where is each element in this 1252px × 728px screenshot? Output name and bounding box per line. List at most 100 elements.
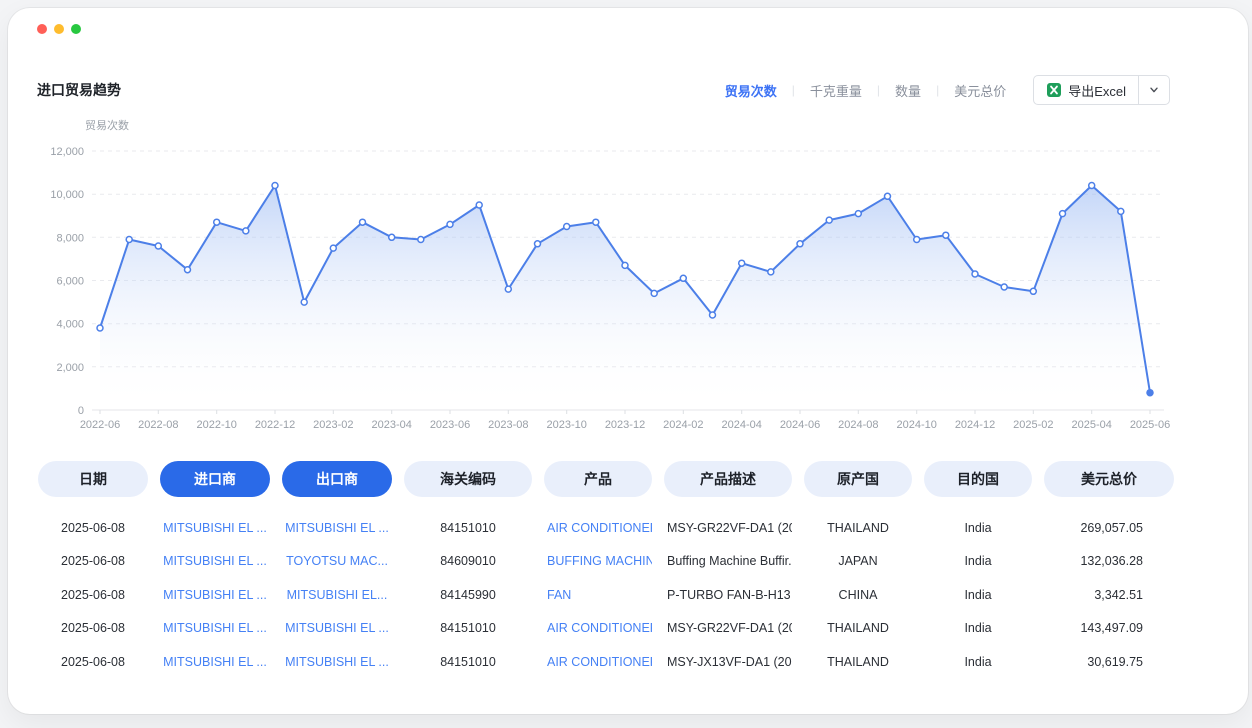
data-point <box>739 260 745 266</box>
x-tick-label: 2025-06 <box>1130 419 1170 431</box>
cell-product[interactable]: BUFFING MACHINE <box>544 554 652 568</box>
cell-origin: JAPAN <box>804 554 912 568</box>
x-tick-label: 2022-08 <box>138 419 178 431</box>
data-point <box>418 237 424 243</box>
cell-importer[interactable]: MITSUBISHI EL ... <box>160 554 270 568</box>
cell-hs-code: 84609010 <box>404 554 532 568</box>
data-point <box>243 228 249 234</box>
metric-tab-trade-count[interactable]: 贸易次数 <box>710 81 792 100</box>
data-point <box>1118 208 1124 214</box>
export-excel-button[interactable]: 导出Excel <box>1034 76 1138 104</box>
data-point <box>797 241 803 247</box>
cell-importer[interactable]: MITSUBISHI EL ... <box>160 655 270 669</box>
data-point <box>360 219 366 225</box>
cell-usd-total: 269,057.05 <box>1044 521 1174 535</box>
export-split-button: 导出Excel <box>1033 75 1170 105</box>
y-tick-label: 6,000 <box>56 276 84 288</box>
data-point <box>826 217 832 223</box>
chart-header: 进口贸易趋势 贸易次数|千克重量|数量|美元总价 导出Excel <box>8 74 1248 106</box>
data-point <box>943 232 949 238</box>
x-tick-label: 2024-06 <box>780 419 820 431</box>
filter-pill-usd-total[interactable]: 美元总价 <box>1044 461 1174 497</box>
cell-hs-code: 84151010 <box>404 521 532 535</box>
export-excel-label: 导出Excel <box>1068 81 1126 100</box>
data-point <box>330 245 336 251</box>
cell-exporter[interactable]: MITSUBISHI EL ... <box>282 621 392 635</box>
data-point <box>651 290 657 296</box>
cell-date: 2025-06-08 <box>38 588 148 602</box>
export-dropdown-button[interactable] <box>1138 76 1169 104</box>
cell-exporter[interactable]: MITSUBISHI EL ... <box>282 655 392 669</box>
cell-usd-total: 3,342.51 <box>1044 588 1174 602</box>
cell-importer[interactable]: MITSUBISHI EL ... <box>160 521 270 535</box>
cell-exporter[interactable]: MITSUBISHI EL... <box>282 588 392 602</box>
data-point <box>1030 288 1036 294</box>
data-point <box>914 237 920 243</box>
data-point <box>564 224 570 230</box>
data-point <box>593 219 599 225</box>
chart-controls: 贸易次数|千克重量|数量|美元总价 导出Excel <box>710 75 1170 105</box>
y-tick-label: 8,000 <box>56 232 84 244</box>
y-tick-label: 4,000 <box>56 319 84 331</box>
filter-pill-description[interactable]: 产品描述 <box>664 461 792 497</box>
filter-pill-product[interactable]: 产品 <box>544 461 652 497</box>
filter-pill-importer[interactable]: 进口商 <box>160 461 270 497</box>
filter-pill-exporter[interactable]: 出口商 <box>282 461 392 497</box>
y-tick-label: 2,000 <box>56 362 84 374</box>
excel-icon <box>1046 82 1062 98</box>
y-tick-label: 12,000 <box>50 146 84 158</box>
metric-tabs: 贸易次数|千克重量|数量|美元总价 <box>710 81 1021 100</box>
y-tick-label: 0 <box>78 405 84 417</box>
cell-importer[interactable]: MITSUBISHI EL ... <box>160 621 270 635</box>
trade-table: 2025-06-08 MITSUBISHI EL ... MITSUBISHI EL… <box>38 511 1174 679</box>
cell-destination: India <box>924 588 1032 602</box>
cell-hs-code: 84151010 <box>404 655 532 669</box>
cell-product[interactable]: AIR CONDITIONER <box>544 521 652 535</box>
cell-product[interactable]: AIR CONDITIONER <box>544 621 652 635</box>
data-point <box>680 275 686 281</box>
x-tick-label: 2023-04 <box>372 419 412 431</box>
table-row: 2025-06-08MITSUBISHI EL ...MITSUBISHI EL… <box>38 511 1174 545</box>
minimize-button[interactable] <box>54 24 64 34</box>
data-point <box>885 193 891 199</box>
table-row: 2025-06-08 MITSUBISHI EL ... MITSUBISHI EL… <box>38 612 1174 646</box>
cell-usd-total: 143,497.09 <box>1044 621 1174 635</box>
data-point <box>214 219 220 225</box>
cell-product[interactable]: AIR CONDITIONER <box>544 655 652 669</box>
metric-tab-kg-weight[interactable]: 千克重量 <box>795 81 877 100</box>
cell-destination: India <box>924 521 1032 535</box>
x-tick-label: 2025-04 <box>1072 419 1112 431</box>
cell-description: MSY-JX13VF-DA1 (20D... <box>664 655 792 669</box>
metric-tab-usd-total[interactable]: 美元总价 <box>939 81 1021 100</box>
filter-pill-date[interactable]: 日期 <box>38 461 148 497</box>
cell-date: 2025-06-08 <box>38 554 148 568</box>
x-tick-label: 2022-10 <box>197 419 237 431</box>
data-point <box>301 299 307 305</box>
trend-chart: 02,0004,0006,0008,00010,00012,0002022-06… <box>8 136 1248 436</box>
close-button[interactable] <box>37 24 47 34</box>
cell-date: 2025-06-08 <box>38 621 148 635</box>
cell-date: 2025-06-08 <box>38 655 148 669</box>
cell-exporter[interactable]: MITSUBISHI EL ... <box>282 521 392 535</box>
x-tick-label: 2023-08 <box>488 419 528 431</box>
cell-exporter[interactable]: TOYOTSU MAC... <box>282 554 392 568</box>
y-tick-label: 10,000 <box>50 189 84 201</box>
cell-description: Buffing Machine Buffir... <box>664 554 792 568</box>
column-filters: 日期进口商出口商海关编码产品产品描述原产国目的国美元总价 <box>38 461 1174 497</box>
x-tick-label: 2024-02 <box>663 419 703 431</box>
filter-pill-destination-country[interactable]: 目的国 <box>924 461 1032 497</box>
filter-pill-hs-code[interactable]: 海关编码 <box>404 461 532 497</box>
x-tick-label: 2025-02 <box>1013 419 1053 431</box>
cell-product[interactable]: FAN <box>544 588 652 602</box>
zoom-button[interactable] <box>71 24 81 34</box>
filter-pill-origin-country[interactable]: 原产国 <box>804 461 912 497</box>
cell-origin: THAILAND <box>804 521 912 535</box>
x-tick-label: 2024-04 <box>722 419 762 431</box>
x-tick-label: 2022-12 <box>255 419 295 431</box>
data-point <box>185 267 191 273</box>
data-point <box>1089 183 1095 189</box>
cell-importer[interactable]: MITSUBISHI EL ... <box>160 588 270 602</box>
window-controls <box>37 24 81 34</box>
data-point <box>272 183 278 189</box>
metric-tab-quantity[interactable]: 数量 <box>880 81 936 100</box>
